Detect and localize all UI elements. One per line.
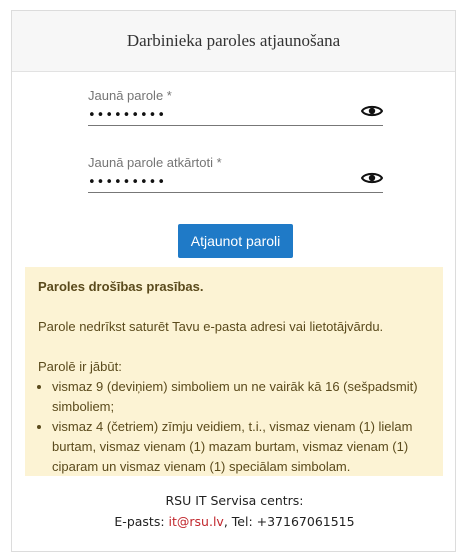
new-password-label: Jaunā parole * — [88, 88, 172, 103]
new-password-input[interactable] — [88, 108, 348, 123]
footer-contacts: E-pasts: it@rsu.lv, Tel: +37167061515 — [12, 511, 457, 532]
phone-text: , Tel: +37167061515 — [223, 514, 355, 529]
footer-org: RSU IT Servisa centrs: — [165, 493, 304, 508]
requirement-item: vismaz 9 (deviņiem) simboliem un ne vair… — [52, 377, 430, 417]
eye-icon[interactable] — [361, 104, 383, 118]
email-label: E-pasts: — [114, 514, 169, 529]
password-reset-card: Darbinieka paroles atjaunošana Jaunā par… — [11, 10, 456, 552]
requirements-intro: Parolē ir jābūt: — [38, 359, 122, 374]
footer: RSU IT Servisa centrs: E-pasts: it@rsu.l… — [12, 490, 457, 532]
reset-password-button[interactable]: Atjaunot paroli — [178, 224, 293, 258]
requirements-rule: Parole nedrīkst saturēt Tavu e-pasta adr… — [38, 319, 384, 334]
page-title: Darbinieka paroles atjaunošana — [126, 31, 341, 50]
repeat-password-label: Jaunā parole atkārtoti * — [88, 155, 222, 170]
repeat-password-input[interactable] — [88, 175, 348, 190]
email-link[interactable]: it@rsu.lv — [169, 514, 224, 529]
requirements-list: vismaz 9 (deviņiem) simboliem un ne vair… — [38, 377, 430, 477]
requirement-item: vismaz 4 (četriem) zīmju veidiem, t.i., … — [52, 417, 430, 477]
new-password-field: Jaunā parole * — [88, 88, 383, 126]
password-requirements-notice: Paroles drošības prasības. Parole nedrīk… — [25, 267, 443, 476]
requirements-title: Paroles drošības prasības. — [38, 279, 204, 294]
eye-icon[interactable] — [361, 171, 383, 185]
card-header: Darbinieka paroles atjaunošana — [12, 11, 455, 72]
repeat-password-field: Jaunā parole atkārtoti * — [88, 155, 383, 193]
